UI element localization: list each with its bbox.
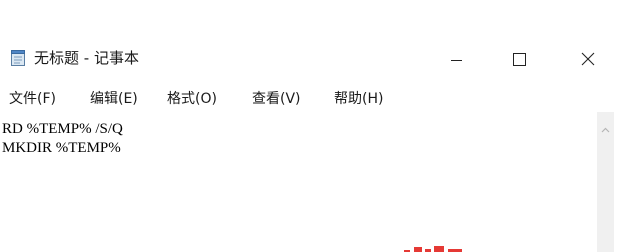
minimize-icon — [451, 60, 462, 61]
chevron-up-icon[interactable] — [597, 122, 614, 139]
menu-view[interactable]: 查看(V) — [252, 88, 301, 108]
close-button[interactable] — [565, 38, 611, 78]
menu-help[interactable]: 帮助(H) — [334, 88, 383, 108]
text-editor[interactable]: RD %TEMP% /S/Q MKDIR %TEMP% — [0, 112, 600, 252]
watermark-logo — [400, 240, 490, 252]
notepad-window: 无标题 - 记事本 文件(F) 编辑(E) 格式(O) 查看(V) 帮助(H) … — [0, 0, 625, 252]
window-title: 无标题 - 记事本 — [34, 49, 139, 67]
minimize-button[interactable] — [433, 38, 479, 78]
menu-format[interactable]: 格式(O) — [167, 88, 217, 108]
menu-edit[interactable]: 编辑(E) — [90, 88, 138, 108]
title-bar[interactable]: 无标题 - 记事本 — [0, 38, 625, 78]
vertical-scrollbar[interactable] — [597, 112, 614, 252]
editor-content[interactable]: RD %TEMP% /S/Q MKDIR %TEMP% — [2, 120, 123, 158]
menu-bar: 文件(F) 编辑(E) 格式(O) 查看(V) 帮助(H) — [0, 84, 625, 110]
notepad-icon — [11, 50, 25, 66]
menu-file[interactable]: 文件(F) — [9, 88, 56, 108]
close-icon — [581, 52, 595, 66]
maximize-icon — [513, 53, 526, 66]
maximize-button[interactable] — [497, 38, 543, 78]
